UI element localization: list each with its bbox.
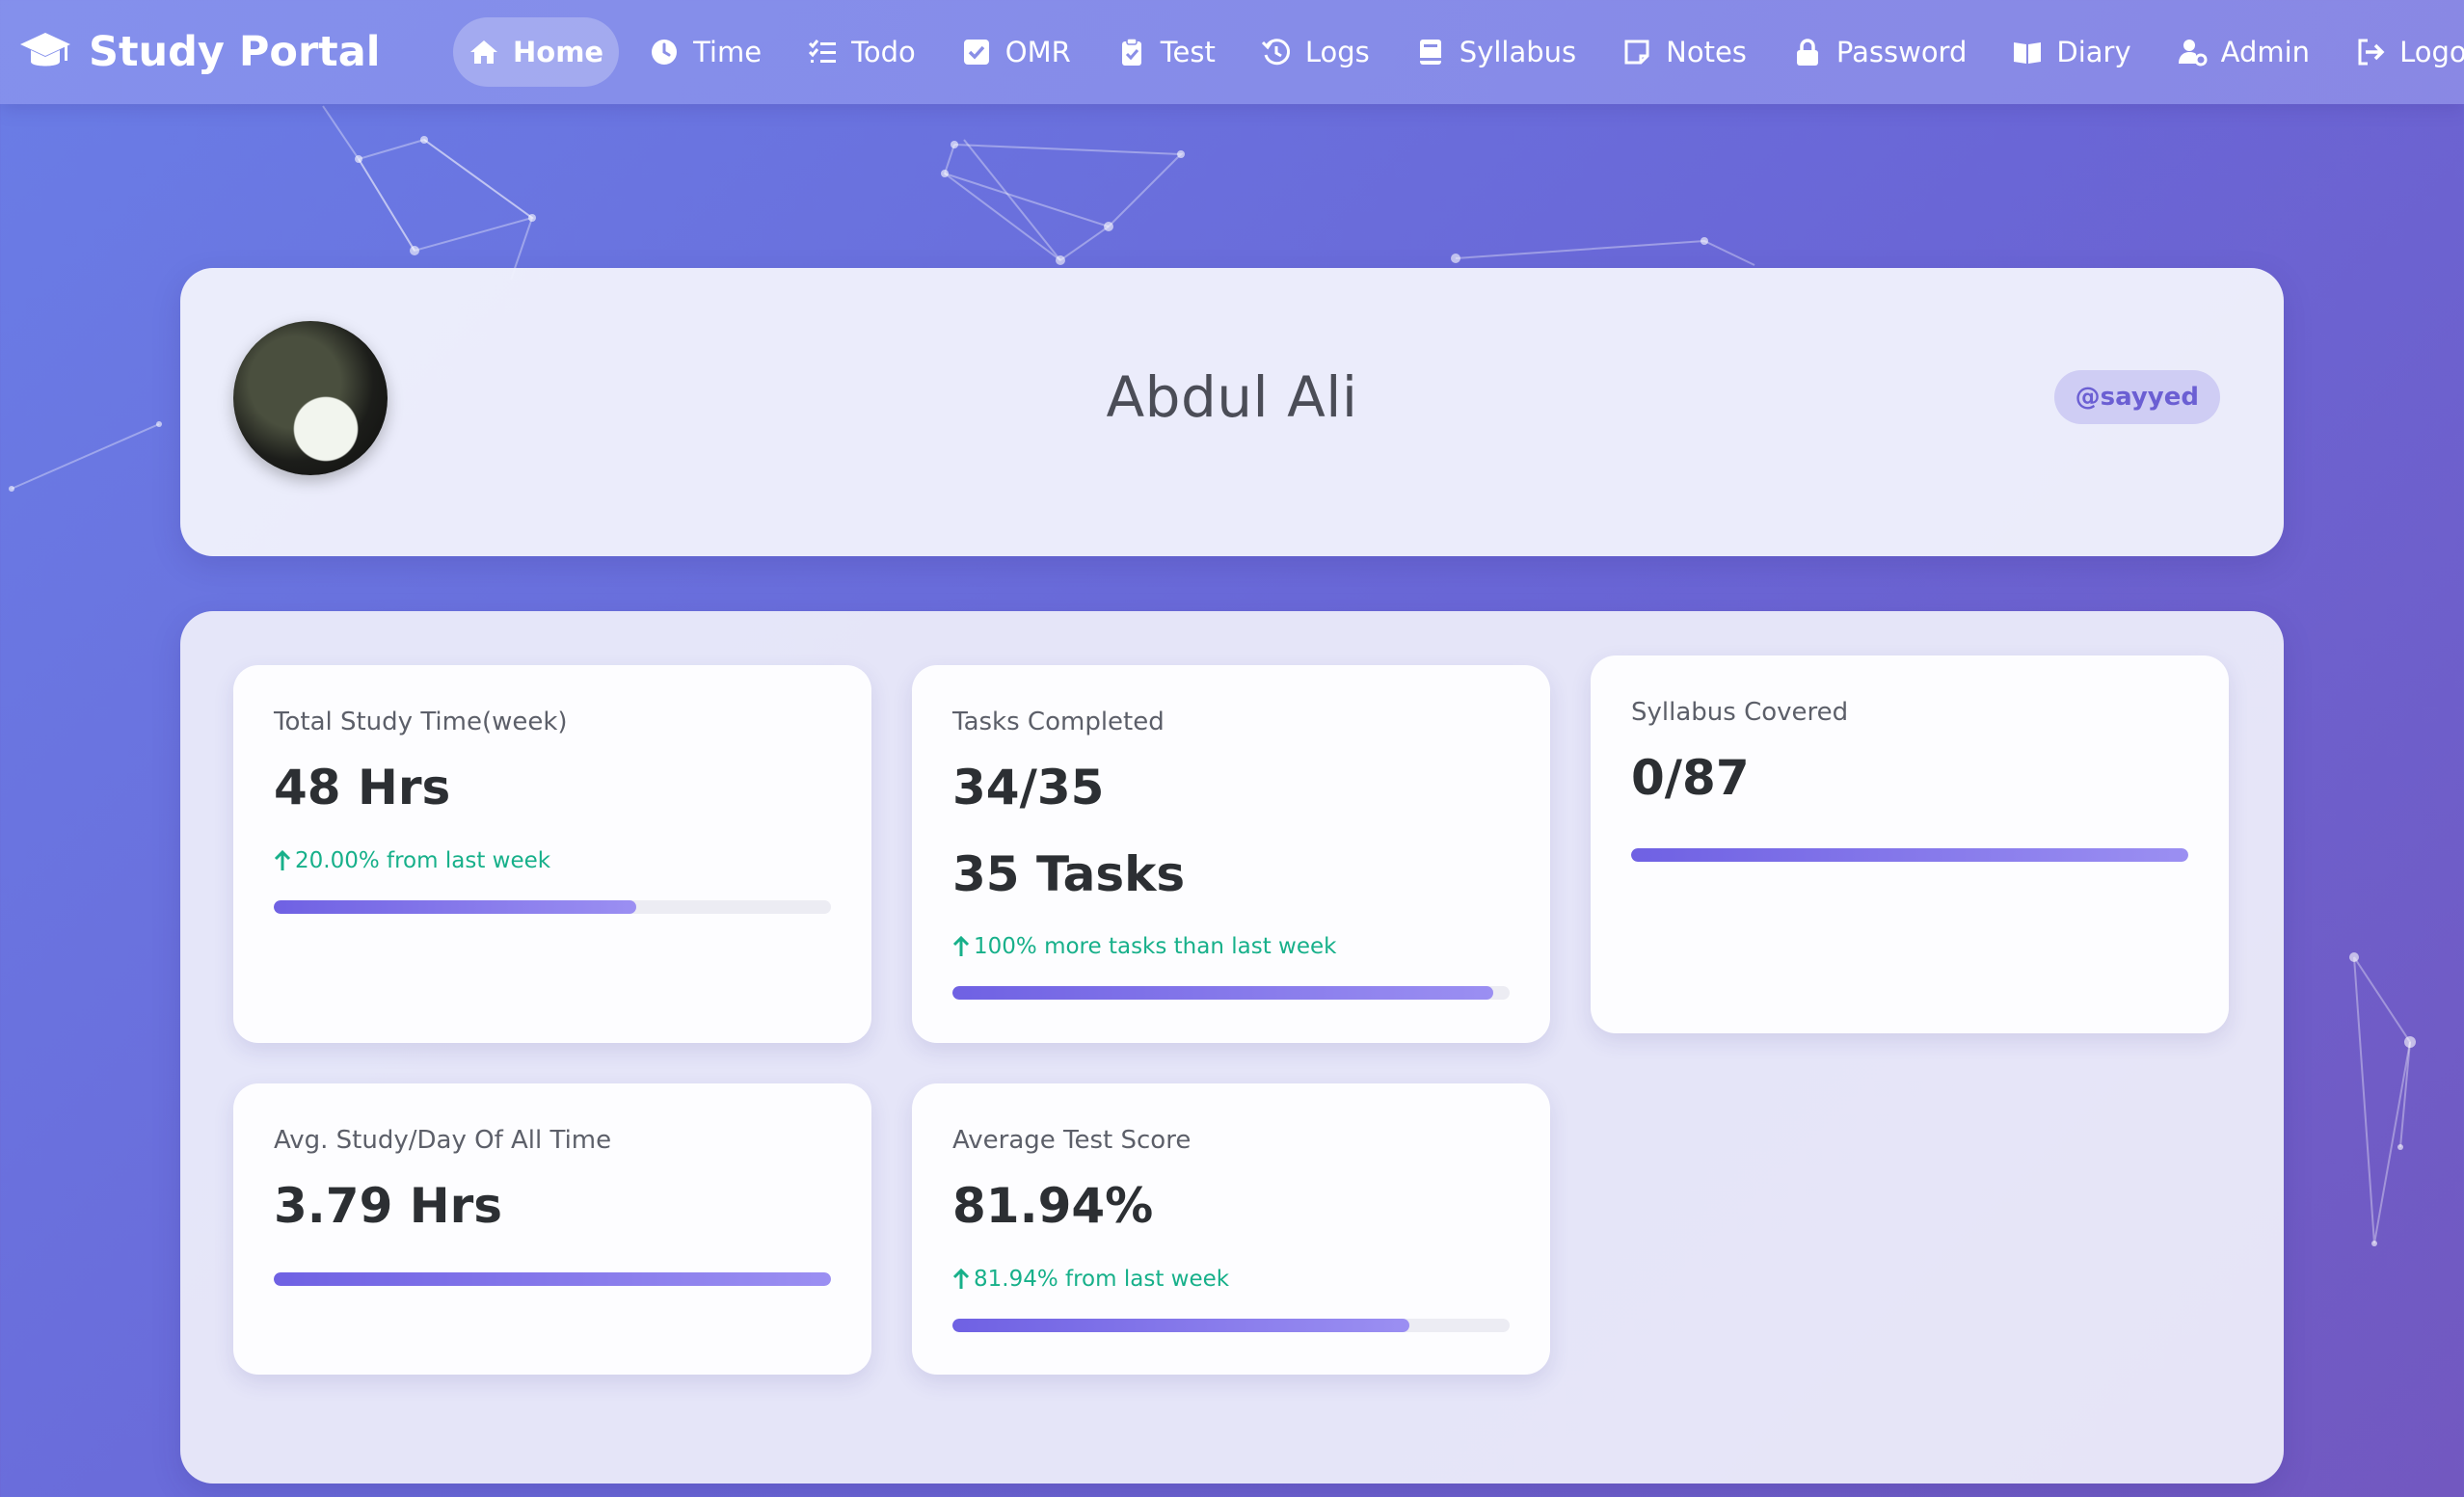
- progress-fill: [274, 1272, 831, 1286]
- nav-label-home: Home: [513, 36, 604, 68]
- stat-value: 34/35: [952, 760, 1105, 815]
- nav-label-password: Password: [1835, 36, 1968, 68]
- clipboard-check-icon: [1121, 38, 1141, 66]
- nav-label-time: Time: [693, 36, 763, 68]
- nav-item-logout[interactable]: Logout: [2340, 17, 2464, 87]
- lock-icon: [1796, 39, 1818, 66]
- nav-item-logs[interactable]: Logs: [1245, 17, 1385, 87]
- stat-change: 81.94% from last week: [952, 1267, 1229, 1292]
- progress-fill: [274, 900, 636, 914]
- book-icon: [1419, 40, 1441, 65]
- stat-change: 100% more tasks than last week: [952, 934, 1336, 959]
- stat-label: Tasks Completed: [952, 708, 1165, 736]
- home-icon: [470, 40, 497, 64]
- progress-bar: [952, 986, 1510, 1000]
- stat-label: Total Study Time(week): [274, 708, 568, 736]
- progress-fill: [952, 986, 1493, 1000]
- stat-value: 0/87: [1631, 750, 1750, 806]
- nav-item-notes[interactable]: Notes: [1606, 17, 1762, 87]
- nav-item-home[interactable]: Home: [453, 17, 620, 87]
- stat-card-study-time: Total Study Time(week) 48 Hrs 20.00% fro…: [233, 665, 871, 1043]
- nav-label-diary: Diary: [2056, 36, 2131, 68]
- nav-label-logout: Logout: [2399, 36, 2464, 68]
- nav-label-notes: Notes: [1666, 36, 1747, 68]
- nav-label-test: Test: [1160, 36, 1216, 68]
- stat-label: Avg. Study/Day Of All Time: [274, 1126, 612, 1155]
- history-icon: [1261, 39, 1290, 66]
- stat-card-tasks: Tasks Completed 34/35 35 Tasks 100% more…: [912, 665, 1550, 1043]
- stat-card-test-score: Average Test Score 81.94% 81.94% from la…: [912, 1083, 1550, 1375]
- progress-bar: [274, 900, 831, 914]
- stat-label: Average Test Score: [952, 1126, 1192, 1155]
- arrow-up-icon: [274, 850, 291, 870]
- arrow-up-icon: [952, 1269, 970, 1289]
- nav-label-omr: OMR: [1004, 36, 1071, 68]
- brand-logo-link[interactable]: Study Portal: [19, 0, 381, 104]
- stat-value: 81.94%: [952, 1178, 1154, 1234]
- stat-card-syllabus: Syllabus Covered 0/87: [1591, 655, 2229, 1033]
- user-gear-icon: [2178, 40, 2208, 67]
- note-icon: [1624, 40, 1649, 65]
- stat-change: 20.00% from last week: [274, 848, 550, 873]
- clock-icon: [652, 40, 678, 65]
- progress-bar: [952, 1319, 1510, 1332]
- nav-item-time[interactable]: Time: [633, 17, 777, 87]
- stat-label: Syllabus Covered: [1631, 698, 1849, 727]
- stat-change-text: 100% more tasks than last week: [974, 934, 1337, 959]
- stat-value-secondary: 35 Tasks: [952, 846, 1186, 902]
- progress-fill: [952, 1319, 1409, 1332]
- check-square-icon: [963, 40, 989, 65]
- brand-title: Study Portal: [89, 28, 381, 76]
- nav-label-admin: Admin: [2220, 36, 2311, 68]
- profile-card: Abdul Ali @sayyed: [180, 268, 2284, 556]
- stat-value: 48 Hrs: [274, 760, 451, 815]
- progress-bar: [274, 1272, 831, 1286]
- nav-item-diary[interactable]: Diary: [1996, 17, 2146, 87]
- nav-item-test[interactable]: Test: [1101, 17, 1231, 87]
- open-book-icon: [2014, 42, 2042, 64]
- nav-item-syllabus[interactable]: Syllabus: [1400, 17, 1592, 87]
- stat-change-text: 20.00% from last week: [295, 848, 551, 873]
- nav-item-admin[interactable]: Admin: [2161, 17, 2325, 87]
- nav-item-omr[interactable]: OMR: [946, 17, 1086, 87]
- nav-label-syllabus: Syllabus: [1459, 36, 1577, 68]
- list-check-icon: [809, 40, 837, 63]
- graduation-cap-icon: [20, 33, 70, 67]
- nav-item-password[interactable]: Password: [1777, 17, 1982, 87]
- nav-item-todo[interactable]: Todo: [791, 17, 931, 87]
- nav-label-todo: Todo: [851, 36, 916, 68]
- progress-bar: [1631, 848, 2188, 862]
- logout-icon: [2358, 39, 2385, 66]
- profile-name: Abdul Ali: [1106, 364, 1358, 430]
- stat-value: 3.79 Hrs: [274, 1178, 503, 1234]
- top-navbar: Study Portal Home Time Todo OMR Test Log…: [0, 0, 2464, 104]
- stat-card-avg-study: Avg. Study/Day Of All Time 3.79 Hrs: [233, 1083, 871, 1375]
- arrow-up-icon: [952, 936, 970, 956]
- nav-label-logs: Logs: [1304, 36, 1370, 68]
- stat-change-text: 81.94% from last week: [974, 1267, 1230, 1292]
- stats-panel: Total Study Time(week) 48 Hrs 20.00% fro…: [180, 611, 2284, 1484]
- username-badge: @sayyed: [2053, 370, 2220, 424]
- main-nav: Home Time Todo OMR Test Logs Syllabus No…: [453, 17, 2464, 87]
- progress-fill: [1631, 848, 2188, 862]
